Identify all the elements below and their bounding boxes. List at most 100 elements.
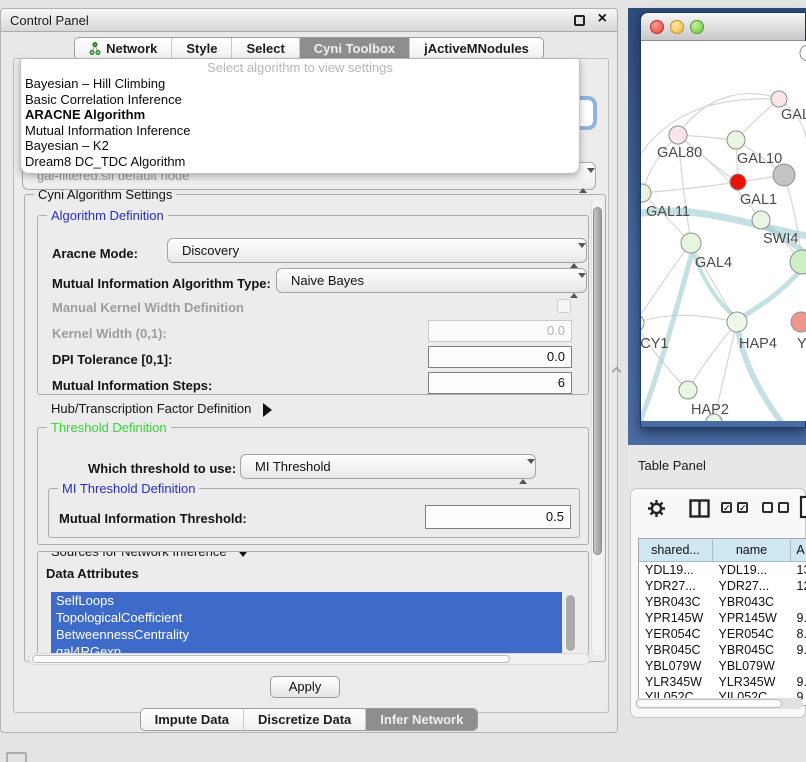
- settings-scrollbar[interactable]: [591, 199, 603, 655]
- algorithm-option[interactable]: Basic Correlation Inference: [21, 92, 579, 108]
- attributes-scrollbar[interactable]: [565, 594, 576, 654]
- network-node[interactable]: [641, 314, 644, 332]
- which-threshold-combo[interactable]: MI Threshold: [240, 454, 536, 479]
- table-cell[interactable]: YDR27...: [639, 578, 713, 594]
- unchecked-column-icon-2[interactable]: [778, 502, 789, 513]
- table-row[interactable]: YBR045CYBR045C9.: [639, 642, 806, 658]
- tab-select[interactable]: Select: [232, 38, 299, 59]
- hub-definition-toggle[interactable]: Hub/Transcription Factor Definition: [51, 401, 272, 417]
- settings-hscrollbar-thumb[interactable]: [32, 655, 510, 663]
- table-cell[interactable]: 13: [791, 562, 806, 578]
- kernel-width-field[interactable]: 0.0: [428, 320, 572, 342]
- aracne-mode-combo[interactable]: Discovery: [167, 238, 587, 263]
- algorithm-option[interactable]: ARACNE Algorithm: [21, 107, 579, 123]
- table-row[interactable]: YBL079WYBL079W: [639, 658, 806, 674]
- minimized-panel-icon[interactable]: [6, 752, 27, 762]
- table-cell[interactable]: YBR043C: [639, 594, 713, 610]
- table-cell[interactable]: YBR045C: [639, 642, 713, 658]
- threshold-definition-group: Threshold Definition Which threshold to …: [37, 427, 589, 545]
- table-row[interactable]: YPR145WYPR145W9.: [639, 610, 806, 626]
- table-row[interactable]: YLR345WYLR345W9.: [639, 674, 806, 690]
- unchecked-column-icon-1[interactable]: [762, 502, 773, 513]
- table-cell[interactable]: YLR345W: [639, 674, 713, 690]
- network-node[interactable]: [773, 164, 795, 186]
- zoom-window-icon[interactable]: [690, 20, 704, 34]
- table-cell[interactable]: YPR145W: [639, 610, 713, 626]
- algorithm-option[interactable]: Dream8 DC_TDC Algorithm: [21, 154, 579, 170]
- table-cell[interactable]: [791, 594, 806, 610]
- network-node[interactable]: [800, 45, 806, 61]
- network-node[interactable]: [641, 184, 651, 202]
- manual-kernel-checkbox[interactable]: [557, 299, 571, 313]
- table-cell[interactable]: 12: [791, 578, 806, 594]
- attribute-item[interactable]: TopologicalCoefficient: [51, 609, 562, 626]
- document-icon[interactable]: [799, 495, 806, 519]
- network-node[interactable]: [681, 233, 701, 253]
- table-row[interactable]: YDL19...YDL19...13: [639, 562, 806, 578]
- table-cell[interactable]: 9.: [791, 610, 806, 626]
- network-node[interactable]: [791, 312, 806, 332]
- mi-threshold-field[interactable]: 0.5: [425, 505, 571, 529]
- table-hscrollbar[interactable]: [635, 698, 803, 709]
- attributes-scrollbar-thumb[interactable]: [566, 595, 575, 651]
- tab-infer-network[interactable]: Infer Network: [366, 709, 477, 730]
- apply-button[interactable]: Apply: [270, 676, 340, 698]
- table-cell[interactable]: 8.: [791, 626, 806, 642]
- table-cell[interactable]: YER054C: [639, 626, 713, 642]
- algorithm-option[interactable]: Mutual Information Inference: [21, 123, 579, 139]
- algorithm-option[interactable]: Bayesian – K2: [21, 138, 579, 154]
- attribute-item[interactable]: SelfLoops: [51, 592, 562, 609]
- sources-title[interactable]: Sources for Network Inference: [47, 551, 254, 559]
- network-canvas[interactable]: GALGAL80GAL10GAL1GAL11SWI4GAL4GCY1HAP4YH…: [641, 41, 806, 421]
- network-node[interactable]: [727, 312, 747, 332]
- table-cell[interactable]: 9.: [791, 642, 806, 658]
- network-node[interactable]: [790, 250, 806, 274]
- float-window-icon[interactable]: [574, 15, 585, 26]
- mi-type-combo[interactable]: Naive Bayes: [276, 268, 587, 293]
- network-node[interactable]: [669, 126, 687, 144]
- settings-scrollbar-thumb[interactable]: [593, 207, 602, 555]
- table-cell[interactable]: YDL19...: [713, 562, 791, 578]
- table-hscrollbar-thumb[interactable]: [636, 699, 782, 708]
- table-cell[interactable]: YBL079W: [713, 658, 791, 674]
- algorithm-option[interactable]: Bayesian – Hill Climbing: [21, 76, 579, 92]
- table-cell[interactable]: YPR145W: [713, 610, 791, 626]
- table-cell[interactable]: YER054C: [713, 626, 791, 642]
- table-cell[interactable]: YBL079W: [639, 658, 713, 674]
- dpi-tolerance-field[interactable]: 0.0: [428, 346, 572, 368]
- table-cell[interactable]: YBR043C: [713, 594, 791, 610]
- table-cell[interactable]: YLR345W: [713, 674, 791, 690]
- network-node[interactable]: [771, 91, 787, 107]
- column-header[interactable]: A: [791, 539, 806, 562]
- network-node[interactable]: [730, 174, 746, 190]
- table-row[interactable]: YBR043CYBR043C: [639, 594, 806, 610]
- tab-style[interactable]: Style: [172, 38, 232, 59]
- checked-column-icon-1[interactable]: ✓: [721, 502, 732, 513]
- attribute-item[interactable]: BetweennessCentrality: [51, 626, 562, 643]
- close-window-icon[interactable]: [650, 20, 664, 34]
- tab-cyni-toolbox[interactable]: Cyni Toolbox: [300, 38, 410, 59]
- settings-hscrollbar[interactable]: [28, 653, 590, 665]
- table-cell[interactable]: YDL19...: [639, 562, 713, 578]
- table-row[interactable]: YER054CYER054C8.: [639, 626, 806, 642]
- table-cell[interactable]: 9.: [791, 674, 806, 690]
- tab-impute-data[interactable]: Impute Data: [141, 709, 244, 730]
- network-node[interactable]: [752, 211, 770, 229]
- column-header[interactable]: name: [713, 539, 791, 562]
- tab-jactivemnodules[interactable]: jActiveMNodules: [410, 38, 543, 59]
- close-icon[interactable]: ×: [598, 10, 607, 28]
- table-cell[interactable]: YBR045C: [713, 642, 791, 658]
- table-cell[interactable]: [791, 658, 806, 674]
- checked-column-icon-2[interactable]: ✓: [737, 502, 748, 513]
- network-node[interactable]: [727, 131, 745, 149]
- split-columns-icon[interactable]: [689, 499, 710, 518]
- gear-icon[interactable]: [647, 499, 666, 518]
- tab-network[interactable]: Network: [75, 38, 172, 59]
- table-row[interactable]: YDR27...YDR27...12: [639, 578, 806, 594]
- table-cell[interactable]: YDR27...: [713, 578, 791, 594]
- network-node[interactable]: [679, 381, 697, 399]
- tab-discretize-data[interactable]: Discretize Data: [244, 709, 366, 730]
- column-header[interactable]: shared...: [639, 539, 713, 562]
- minimize-window-icon[interactable]: [670, 20, 684, 34]
- mi-steps-field[interactable]: 6: [428, 372, 572, 394]
